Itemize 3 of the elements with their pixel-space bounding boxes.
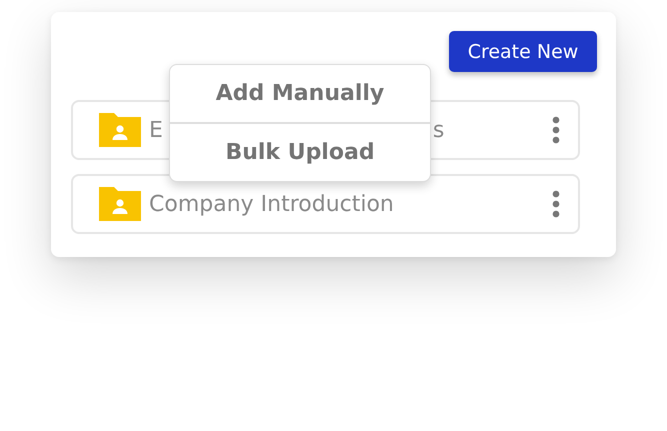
folder-name: s xyxy=(432,118,444,142)
folder-name: Company Introduction xyxy=(149,192,394,216)
folder-name: E xyxy=(149,118,163,142)
